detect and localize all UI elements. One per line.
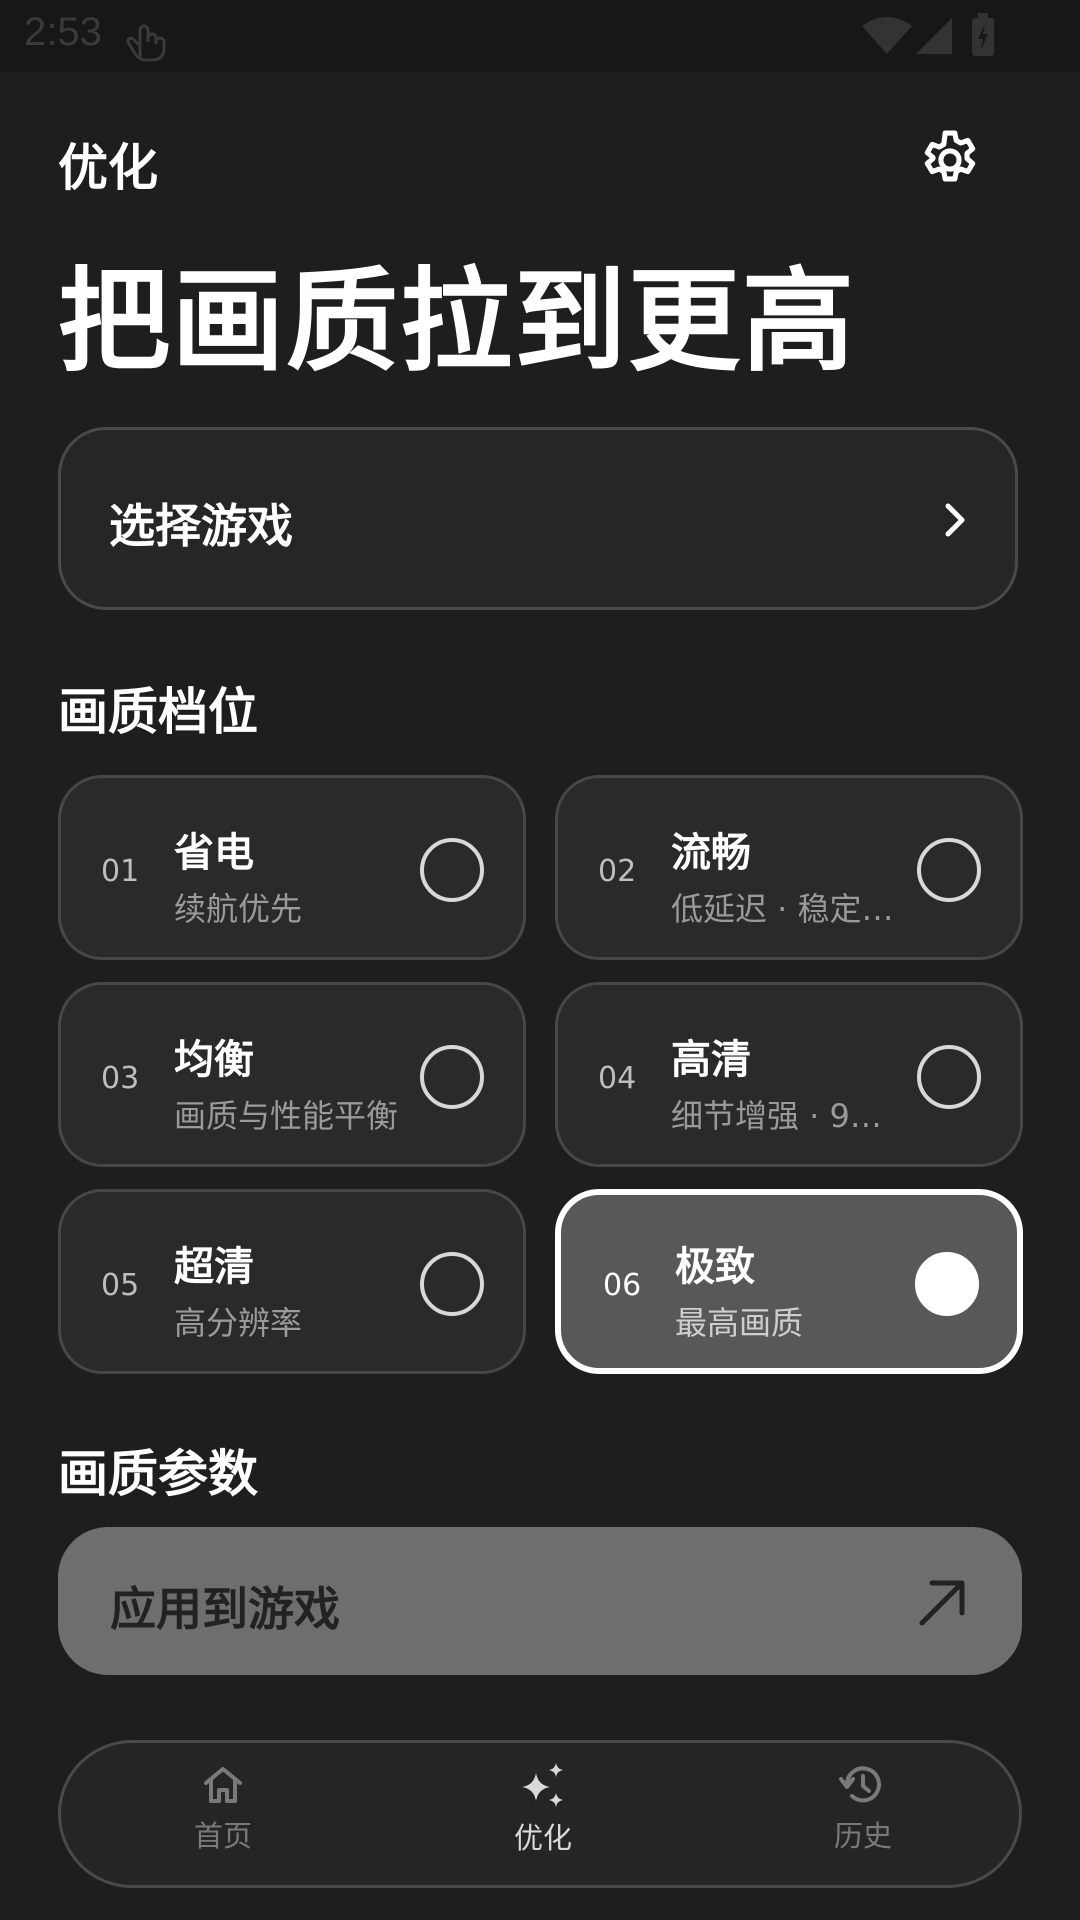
tier-name: 超清 (174, 1244, 254, 1290)
signal-icon (916, 18, 952, 54)
tier-card-06[interactable]: 06 极致 最高画质 (555, 1189, 1023, 1374)
arrow-up-right-icon (919, 1580, 965, 1626)
tier-number: 06 (603, 1268, 642, 1303)
home-icon (204, 1767, 242, 1803)
tier-name: 省电 (174, 830, 254, 876)
tier-card-04[interactable]: 04 高清 细节增强 · 90 F… (555, 982, 1023, 1167)
tier-description: 画质与性能平衡 (174, 1097, 399, 1135)
nav-item-optimize[interactable]: 优化 (443, 1761, 643, 1871)
tier-description: 高分辨率 (174, 1304, 303, 1342)
history-icon (839, 1766, 881, 1803)
apply-to-game-button[interactable]: 应用到游戏 (58, 1527, 1022, 1675)
tier-radio[interactable] (917, 838, 981, 902)
select-game-button[interactable]: 选择游戏 (58, 427, 1018, 610)
hero-title: 把画质拉到更高 (58, 257, 856, 387)
settings-button[interactable] (916, 126, 984, 194)
status-bar: 2:53 (0, 0, 1080, 72)
tier-name: 均衡 (174, 1037, 254, 1083)
tier-description: 低延迟 · 稳定… (671, 890, 894, 928)
tier-card-05[interactable]: 05 超清 高分辨率 (58, 1189, 526, 1374)
tier-number: 02 (598, 854, 637, 889)
tiers-section-title: 画质档位 (58, 683, 258, 741)
tier-radio[interactable] (917, 1045, 981, 1109)
params-section-title: 画质参数 (58, 1445, 258, 1503)
nav-item-home[interactable]: 首页 (123, 1761, 323, 1871)
tier-card-01[interactable]: 01 省电 续航优先 (58, 775, 526, 960)
tier-number: 03 (101, 1061, 140, 1096)
tier-description: 续航优先 (174, 890, 303, 928)
tier-name: 极致 (675, 1244, 755, 1290)
tier-card-02[interactable]: 02 流畅 低延迟 · 稳定… (555, 775, 1023, 960)
tier-number: 01 (101, 854, 140, 889)
chevron-right-icon (945, 503, 965, 537)
tier-description: 最高画质 (675, 1304, 804, 1342)
page-title: 优化 (58, 139, 158, 197)
tier-number: 04 (598, 1061, 637, 1096)
tier-number: 05 (101, 1268, 140, 1303)
battery-icon (972, 13, 994, 56)
sparkle-icon (522, 1763, 563, 1807)
tier-description: 细节增强 · 90 F… (671, 1097, 901, 1135)
tier-radio-selected[interactable] (915, 1252, 979, 1316)
wifi-icon (862, 17, 912, 54)
tier-radio[interactable] (420, 838, 484, 902)
tier-name: 流畅 (671, 830, 751, 876)
apply-label: 应用到游戏 (110, 1582, 340, 1636)
tier-radio[interactable] (420, 1252, 484, 1316)
nav-item-history[interactable]: 历史 (763, 1761, 963, 1871)
select-game-label: 选择游戏 (109, 499, 293, 553)
tier-name: 高清 (671, 1037, 751, 1083)
nav-label-home: 首页 (193, 1819, 252, 1853)
tier-radio[interactable] (420, 1045, 484, 1109)
gear-icon (924, 130, 976, 182)
touch-icon (126, 24, 166, 62)
bottom-navigation: 首页 优化 历史 (58, 1740, 1022, 1888)
nav-label-optimize: 优化 (513, 1821, 572, 1855)
status-time: 2:53 (24, 10, 102, 54)
tier-card-03[interactable]: 03 均衡 画质与性能平衡 (58, 982, 526, 1167)
nav-label-history: 历史 (833, 1819, 892, 1853)
